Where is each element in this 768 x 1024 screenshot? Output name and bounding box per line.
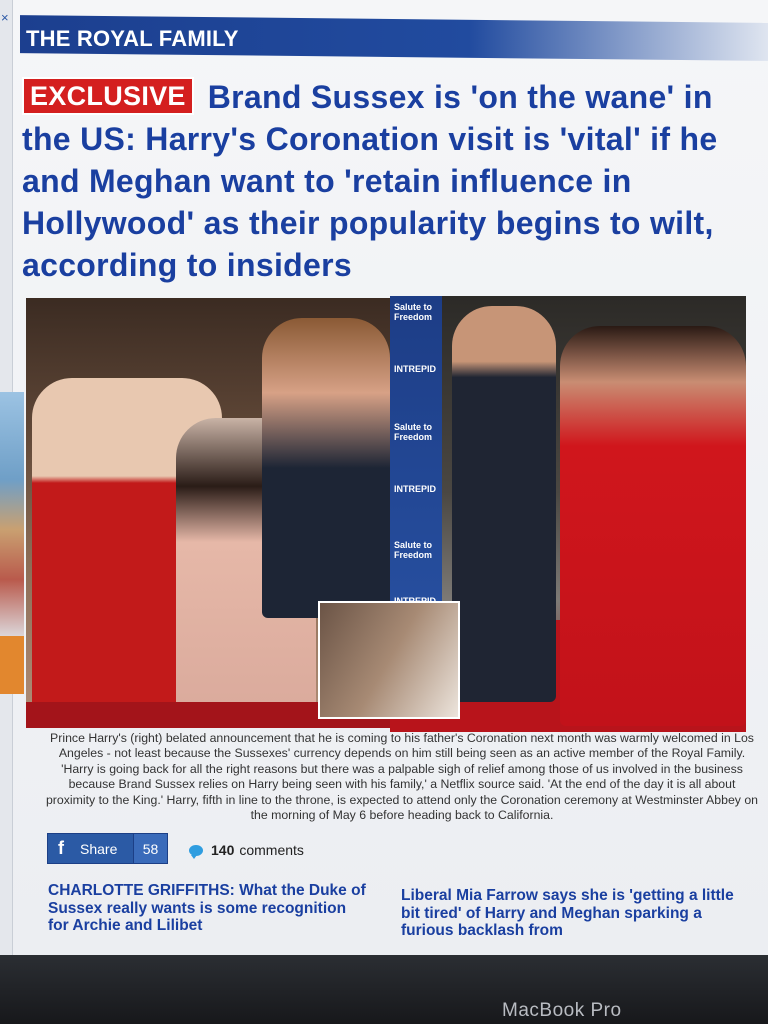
banner-text: Salute to Freedom bbox=[394, 302, 433, 322]
comments-link[interactable]: 140 comments bbox=[189, 842, 304, 859]
share-count: 58 bbox=[133, 834, 167, 863]
comment-bubble-icon bbox=[189, 844, 203, 859]
banner-text: Salute to Freedom bbox=[394, 540, 433, 560]
comment-count: 140 bbox=[211, 842, 235, 858]
facebook-share-button[interactable]: f Share 58 bbox=[47, 833, 168, 864]
banner-text: INTREPID bbox=[394, 364, 437, 374]
related-article-link[interactable]: CHARLOTTE GRIFFITHS: What the Duke of Su… bbox=[48, 882, 368, 935]
laptop-bezel bbox=[0, 955, 768, 1024]
exclusive-badge: EXCLUSIVE bbox=[22, 77, 194, 115]
related-article-link[interactable]: Liberal Mia Farrow says she is 'getting … bbox=[401, 887, 751, 940]
banner-text: Salute to Freedom bbox=[394, 422, 433, 442]
figure-meghan-red-gown bbox=[560, 326, 746, 726]
comment-label: comments bbox=[239, 842, 304, 858]
figure-harry bbox=[262, 318, 390, 618]
facebook-icon: f bbox=[58, 838, 64, 858]
share-label: Share bbox=[80, 840, 118, 857]
section-title[interactable]: THE ROYAL FAMILY bbox=[26, 26, 239, 52]
figure-harry-tuxedo bbox=[452, 306, 556, 702]
browser-screen: × THE ROYAL FAMILY EXCLUSIVE Brand Sussex… bbox=[0, 0, 768, 955]
side-thumbnail[interactable] bbox=[0, 392, 24, 642]
inset-photo[interactable] bbox=[318, 601, 460, 719]
article-headline: EXCLUSIVE Brand Sussex is 'on the wane' i… bbox=[22, 76, 768, 286]
banner-text: INTREPID bbox=[394, 484, 437, 494]
side-thumbnail-orange[interactable] bbox=[0, 636, 24, 694]
laptop-brand-label: MacBook Pro bbox=[502, 1000, 622, 1021]
close-icon[interactable]: × bbox=[1, 10, 9, 25]
photo-caption: Prince Harry's (right) belated announcem… bbox=[45, 731, 759, 823]
